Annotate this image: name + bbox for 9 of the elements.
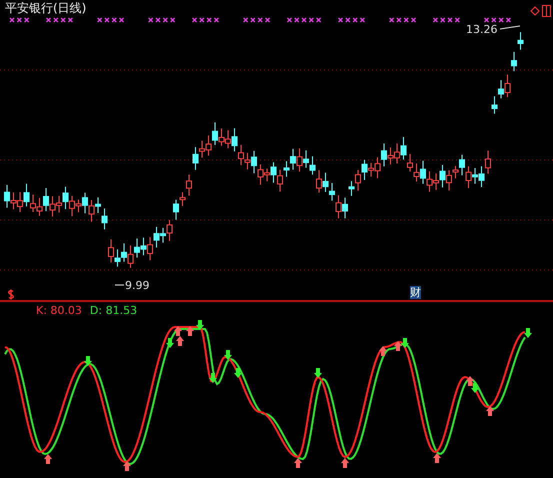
dollar-icon[interactable] xyxy=(7,289,15,300)
chart-title: 平安银行(日线) xyxy=(5,1,86,16)
d-value-label: D: 81.53 xyxy=(90,304,138,317)
high-price-label: 13.26 xyxy=(466,24,498,36)
diamond-icon[interactable] xyxy=(530,6,540,16)
finance-marker[interactable]: 财 xyxy=(410,286,421,299)
k-value-label: K: 80.03 xyxy=(36,304,82,317)
low-price-label: 9.99 xyxy=(125,279,150,292)
layout-icon[interactable] xyxy=(542,5,551,17)
